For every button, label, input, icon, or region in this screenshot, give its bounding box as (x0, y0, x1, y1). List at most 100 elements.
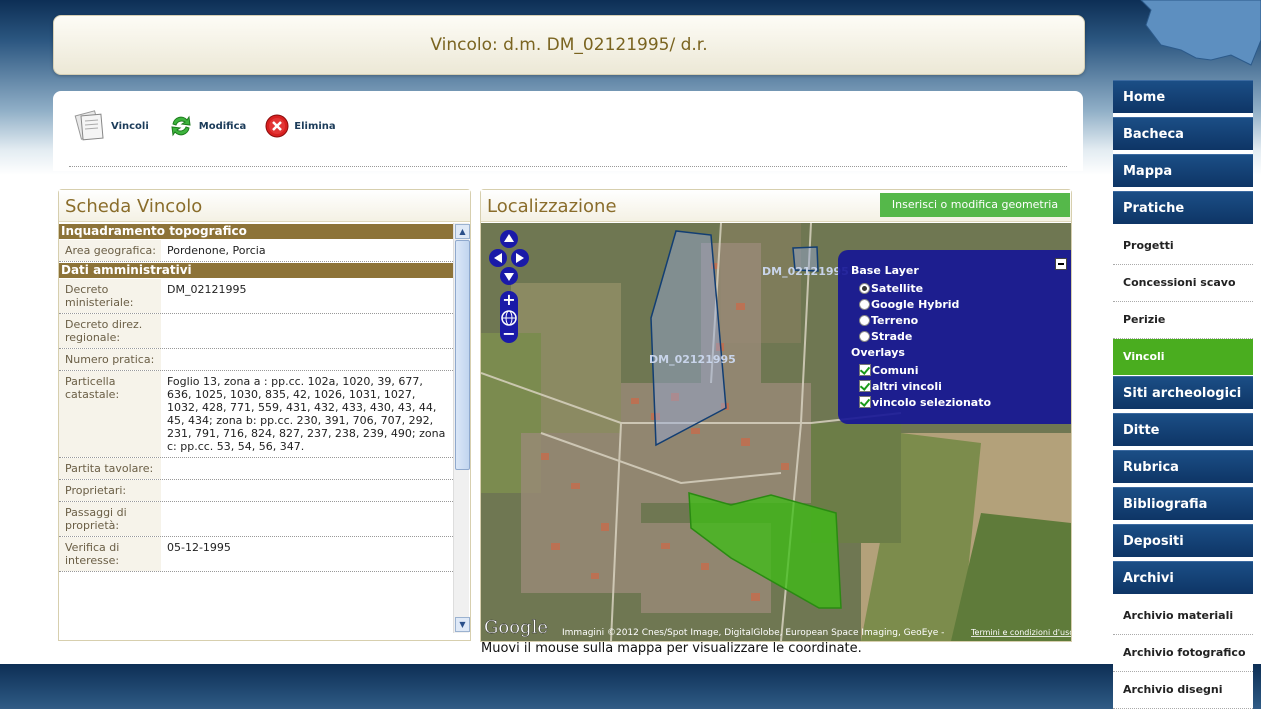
table-row: Proprietari: (59, 480, 453, 502)
localizzazione-panel: Localizzazione Inserisci o modifica geom… (480, 189, 1072, 642)
delete-icon (265, 114, 289, 138)
option-label: Satellite (871, 281, 924, 295)
table-row: Area geografica: Pordenone, Porcia (59, 240, 453, 262)
coordinates-hint: Muovi il mouse sulla mappa per visualizz… (481, 641, 862, 656)
vincoli-button[interactable]: Vincoli (73, 109, 149, 143)
sidebar-item-archivio-materiali[interactable]: Archivio materiali (1113, 598, 1253, 635)
modifica-button[interactable]: Modifica (167, 112, 246, 140)
row-label: Decreto direz. regionale: (59, 314, 161, 348)
scheda-scroll-area[interactable]: Inquadramento topografico Area geografic… (59, 223, 453, 631)
sidebar-item-rubrica[interactable]: Rubrica (1113, 450, 1253, 487)
sidebar-item-bibliografia[interactable]: Bibliografia (1113, 487, 1253, 524)
row-label: Decreto ministeriale: (59, 279, 161, 313)
row-value: Pordenone, Porcia (167, 244, 266, 257)
polygon-label: DM_02121995 (649, 353, 736, 366)
edit-geometry-button[interactable]: Inserisci o modifica geometria (880, 193, 1070, 217)
elimina-label: Elimina (294, 120, 336, 132)
sidebar-item-progetti[interactable]: Progetti (1113, 228, 1253, 265)
row-value (161, 458, 453, 479)
sidebar-item-vincoli[interactable]: Vincoli (1113, 339, 1253, 376)
row-value (161, 314, 453, 348)
google-logo: Google (484, 617, 548, 638)
polygon-label: DM_02121995 (762, 265, 849, 278)
radio-icon[interactable] (859, 314, 870, 326)
checkbox-icon[interactable] (859, 364, 871, 376)
row-value (161, 480, 453, 501)
scroll-up-icon[interactable]: ▲ (455, 224, 470, 239)
scheda-vincolo-panel: Scheda Vincolo Inquadramento topografico… (58, 189, 471, 641)
base-layer-title: Base Layer (851, 264, 919, 277)
sidebar-item-home[interactable]: Home (1113, 80, 1253, 117)
option-label: altri vincoli (872, 379, 942, 393)
row-label: Particella catastale: (59, 371, 161, 457)
base-layer-option[interactable]: Strade (859, 328, 1071, 344)
sidebar-item-perizie[interactable]: Perizie (1113, 302, 1253, 339)
scheda-scrollbar[interactable]: ▲ ▼ (453, 223, 470, 633)
row-value: DM_02121995 (167, 283, 247, 296)
minimize-icon[interactable] (1055, 258, 1067, 270)
overlays-title: Overlays (851, 346, 905, 359)
sidebar-item-concessioni-scavo[interactable]: Concessioni scavo (1113, 265, 1253, 302)
row-label: Passaggi di proprietà: (59, 502, 161, 536)
zoom-in-icon: + (502, 290, 515, 309)
divider (69, 166, 1067, 167)
scrollbar-thumb[interactable] (455, 240, 470, 470)
sidebar-item-archivi[interactable]: Archivi (1113, 561, 1253, 598)
checkbox-icon[interactable] (859, 396, 871, 408)
refresh-icon (171, 115, 191, 137)
row-value: Foglio 13, zona a : pp.cc. 102a, 1020, 3… (167, 375, 446, 453)
radio-icon[interactable] (859, 330, 870, 342)
sidebar-item-mappa[interactable]: Mappa (1113, 154, 1253, 191)
row-value (161, 349, 453, 370)
option-label: Terreno (871, 313, 919, 327)
option-label: Strade (871, 329, 913, 343)
row-value (161, 502, 453, 536)
sidebar-item-archivio-fotografico[interactable]: Archivio fotografico (1113, 635, 1253, 672)
table-row: Numero pratica: (59, 349, 453, 371)
table-row: Decreto ministeriale: DM_02121995 (59, 279, 453, 314)
sidebar-item-ditte[interactable]: Ditte (1113, 413, 1253, 450)
toolbar: Vincoli Modifica Elimina (73, 109, 336, 143)
radio-icon[interactable] (859, 282, 870, 294)
zoom-out-icon: − (502, 324, 515, 343)
table-row: Particella catastale: Foglio 13, zona a … (59, 371, 453, 458)
row-value: 05-12-1995 (167, 541, 231, 554)
row-label: Verifica di interesse: (59, 537, 161, 571)
table-row: Partita tavolare: (59, 458, 453, 480)
base-layer-option[interactable]: Terreno (859, 312, 1071, 328)
page-title: Vincolo: d.m. DM_02121995/ d.r. (53, 15, 1085, 75)
sidebar-item-pratiche[interactable]: Pratiche (1113, 191, 1253, 228)
option-label: Comuni (872, 363, 919, 377)
option-label: vincolo selezionato (872, 395, 992, 409)
scheda-title: Scheda Vincolo (59, 190, 470, 222)
sidebar-item-archivio-disegni[interactable]: Archivio disegni (1113, 672, 1253, 709)
overlay-option[interactable]: Comuni (859, 362, 1071, 378)
toolbar-panel: Vincoli Modifica Elimina (53, 91, 1083, 171)
sidebar-item-bacheca[interactable]: Bacheca (1113, 117, 1253, 154)
section-inquadramento: Inquadramento topografico (59, 224, 453, 239)
radio-icon[interactable] (859, 298, 870, 310)
layer-switcher: Base Layer Satellite Google Hybrid Terre… (838, 250, 1071, 424)
map-attribution: Immagini ©2012 Cnes/Spot Image, DigitalG… (562, 628, 944, 638)
base-layer-option[interactable]: Satellite (859, 280, 1071, 296)
region-map-logo (1140, 0, 1261, 66)
elimina-button[interactable]: Elimina (264, 113, 336, 139)
document-icon (74, 110, 104, 141)
overlay-option[interactable]: altri vincoli (859, 378, 1071, 394)
table-row: Decreto direz. regionale: (59, 314, 453, 349)
row-label: Proprietari: (59, 480, 161, 501)
vincoli-label: Vincoli (111, 120, 149, 132)
satellite-map[interactable]: DM_02121995 DM_02121995 + − Google Immag… (481, 223, 1071, 641)
sidebar-item-siti-archeologici[interactable]: Siti archeologici (1113, 376, 1253, 413)
option-label: Google Hybrid (871, 297, 960, 311)
checkbox-icon[interactable] (859, 380, 871, 392)
terms-link[interactable]: Termini e condizioni d'uso (970, 628, 1071, 637)
section-dati-amministrativi: Dati amministrativi (59, 263, 453, 278)
scroll-down-icon[interactable]: ▼ (455, 617, 470, 632)
base-layer-option[interactable]: Google Hybrid (859, 296, 1071, 312)
sidebar-item-depositi[interactable]: Depositi (1113, 524, 1253, 561)
table-row: Verifica di interesse: 05-12-1995 (59, 537, 453, 572)
row-label: Area geografica: (59, 240, 161, 261)
overlay-option[interactable]: vincolo selezionato (859, 394, 1071, 410)
row-label: Numero pratica: (59, 349, 161, 370)
